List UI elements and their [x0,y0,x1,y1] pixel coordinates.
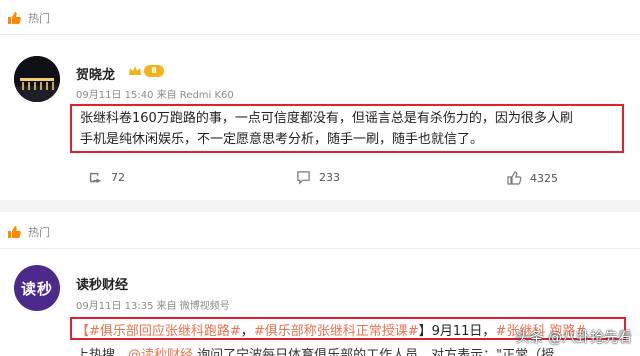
avatar-night-city-image [14,56,60,102]
post-text-line: 上热搜，@读秒财经 询问了宁波每日体育俱乐部的工作人员，对方表示："正常（授 [76,344,554,356]
username[interactable]: 读秒财经 [76,274,128,293]
like-button[interactable]: 4325 [506,170,558,186]
hot-label: 热门 [28,226,50,239]
hot-section-header: 热门 [6,220,50,244]
thumbs-up-icon [8,12,21,24]
repost-button[interactable]: 72 [88,170,125,185]
like-count: 4325 [530,171,558,185]
hot-label: 热门 [28,12,50,25]
hashtag-link[interactable]: 【#俱乐部回应张继科跑路# [76,324,241,339]
weibo-post-card: 热门 贺晓龙 Ⅱ 09月11日 15:40 来自 Redmi K60 张继科卷1… [0,0,640,200]
divider [0,34,640,35]
hashtag-link[interactable]: #俱乐部称张继科正常授课# [254,324,419,339]
mention-link[interactable]: @读秒财经 [128,348,193,356]
avatar[interactable]: 读秒 [14,265,60,311]
comment-icon [297,171,310,185]
level-badge-text: Ⅱ [144,65,164,77]
username[interactable]: 贺晓龙 [76,64,115,83]
avatar-logo-text: 读秒 [20,279,53,298]
hot-section-header: 热门 [6,6,50,30]
watermark: 头条 @八卦抢先看 [515,330,632,346]
user-level-badge: Ⅱ [128,65,164,77]
thumbs-up-icon [8,226,21,238]
post-meta: 09月11日 15:40 来自 Redmi K60 [76,90,234,101]
highlighted-post-text: 张继科卷160万跑路的事，一点可信度都没有，但谣言总是有杀伤力的，因为很多人刷 … [70,104,624,153]
post-text-line: 手机是纯休闲娱乐，不一定愿意思考分析，随手一刷，随手也就信了。 [80,132,484,147]
post-date-text: 】9月11日， [418,324,496,339]
crown-icon [129,66,141,75]
like-icon [507,171,522,185]
avatar[interactable] [14,56,60,102]
divider [0,248,640,249]
post-tag-line: 【#俱乐部回应张继科跑路#，#俱乐部称张继科正常授课#】9月11日，#张继科 跑… [76,324,587,339]
post-text-line: 张继科卷160万跑路的事，一点可信度都没有，但谣言总是有杀伤力的，因为很多人刷 [80,111,573,126]
repost-icon [89,172,102,184]
post-meta: 09月11日 13:35 来自 微博视频号 [76,301,230,312]
comment-button[interactable]: 233 [296,170,340,185]
comment-count: 233 [319,171,340,184]
repost-count: 72 [111,171,125,184]
